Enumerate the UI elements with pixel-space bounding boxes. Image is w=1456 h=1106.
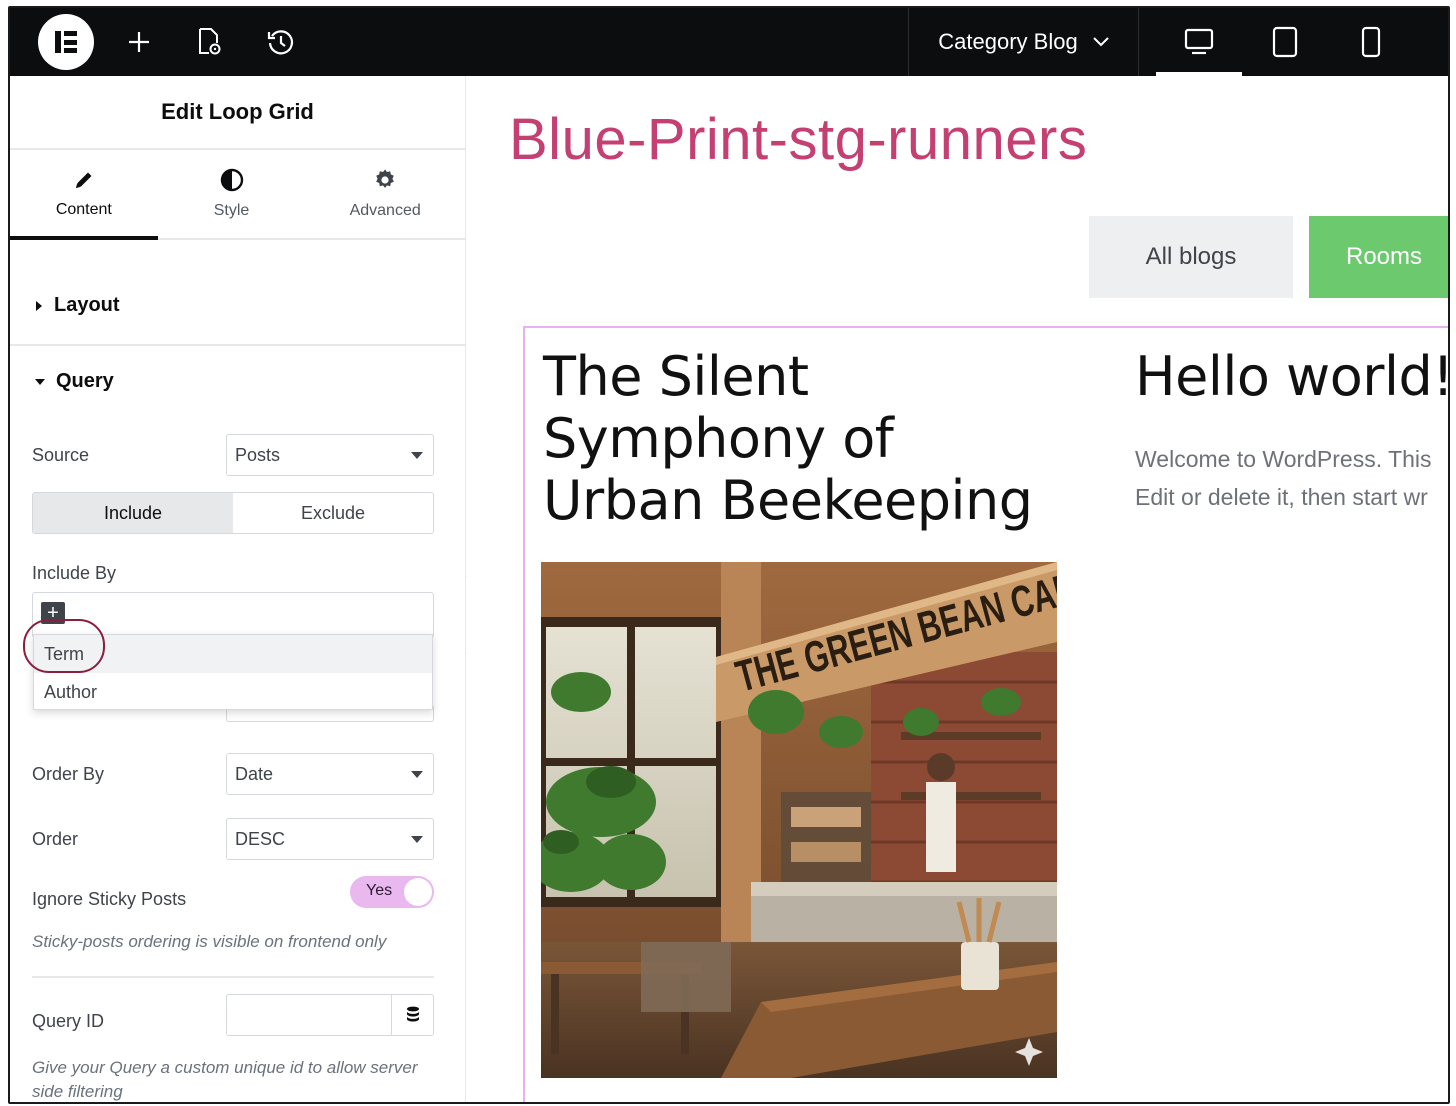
excerpt-line: Edit or delete it, then start wr — [1135, 484, 1428, 510]
order-value: DESC — [235, 828, 286, 849]
caret-down-icon — [411, 771, 423, 778]
post-excerpt: Welcome to WordPress. This Edit or delet… — [1135, 440, 1432, 516]
tab-label: Content — [55, 201, 112, 218]
filter-rooms[interactable]: Rooms — [1309, 216, 1448, 298]
history-icon[interactable] — [264, 25, 298, 59]
query-id-input[interactable] — [226, 994, 434, 1036]
ignore-sticky-label: Ignore Sticky Posts — [32, 889, 187, 909]
caret-down-icon — [35, 378, 45, 385]
tablet-icon — [1272, 26, 1298, 58]
query-id-label: Query ID — [32, 1011, 105, 1031]
include-exclude-switch: Include Exclude — [32, 492, 434, 534]
tablet-view-button[interactable] — [1242, 8, 1328, 76]
panel-tabs: Content Style Advanced — [10, 150, 465, 240]
chevron-down-icon — [1092, 37, 1109, 47]
gear-icon — [376, 169, 394, 188]
caret-down-icon — [411, 836, 423, 843]
include-by-label: Include By — [32, 563, 117, 583]
pencil-icon — [75, 172, 92, 188]
desktop-view-button[interactable] — [1156, 8, 1242, 76]
caret-right-icon — [36, 300, 42, 311]
tab-content[interactable]: Content — [10, 150, 158, 238]
page-settings-icon[interactable] — [192, 25, 226, 59]
database-icon — [406, 1006, 419, 1022]
screenshot-frame: Category Blog Edit Loop Grid Content Sty… — [8, 6, 1450, 1104]
source-select[interactable]: Posts — [226, 434, 434, 476]
section-query-label: Query — [56, 370, 114, 392]
editor-panel: Edit Loop Grid Content Style Advanced La… — [10, 76, 466, 1102]
tab-label: Style — [213, 202, 250, 219]
site-title: Blue-Print-stg-runners — [509, 107, 1088, 172]
editor-topbar: Category Blog — [10, 8, 1448, 76]
elementor-logo[interactable] — [38, 14, 94, 70]
toggle-state: Yes — [366, 882, 393, 899]
order-by-label: Order By — [32, 764, 105, 784]
order-by-select[interactable]: Date — [226, 753, 434, 795]
preview-canvas: Blue-Print-stg-runners All blogs Rooms T… — [467, 76, 1448, 1102]
tab-label: Advanced — [349, 202, 421, 219]
post-title[interactable]: Hello world! — [1135, 346, 1448, 408]
annotation-highlight-ring — [23, 619, 105, 673]
ignore-sticky-toggle[interactable]: Yes — [350, 876, 434, 908]
exclude-button[interactable]: Exclude — [233, 493, 433, 533]
order-select[interactable]: DESC — [226, 818, 434, 860]
ignore-sticky-note: Sticky-posts ordering is visible on fron… — [32, 932, 387, 951]
post-title[interactable]: The Silent Symphony of Urban Beekeeping — [543, 346, 1063, 532]
half-circle-icon — [220, 168, 243, 192]
dynamic-tags-button[interactable] — [391, 995, 433, 1035]
section-layout-toggle[interactable]: Layout — [34, 294, 120, 317]
order-by-value: Date — [235, 763, 274, 784]
page-name: Category Blog — [938, 29, 1078, 54]
caret-down-icon — [411, 452, 423, 459]
add-element-icon[interactable] — [122, 25, 156, 59]
include-button[interactable]: Include — [33, 493, 233, 533]
toggle-knob — [404, 878, 432, 906]
section-query-toggle[interactable]: Query — [34, 370, 114, 393]
mobile-view-button[interactable] — [1328, 8, 1414, 76]
panel-title: Edit Loop Grid — [10, 76, 465, 150]
dropdown-option-author[interactable]: Author — [34, 673, 432, 711]
section-layout-label: Layout — [54, 294, 120, 316]
filter-all-blogs[interactable]: All blogs — [1089, 216, 1293, 298]
source-label: Source — [32, 445, 90, 465]
query-id-note: Give your Query a custom unique id to al… — [32, 1058, 418, 1101]
post-featured-image[interactable]: THE GREEN BEAN CAFÉ — [541, 562, 1057, 1078]
tab-advanced[interactable]: Advanced — [305, 150, 465, 238]
source-value: Posts — [235, 444, 281, 465]
desktop-icon — [1184, 28, 1214, 55]
order-label: Order — [32, 829, 79, 849]
tab-style[interactable]: Style — [158, 150, 306, 238]
page-selector[interactable]: Category Blog — [910, 8, 1138, 76]
excerpt-line: Welcome to WordPress. This — [1135, 446, 1432, 472]
mobile-icon — [1361, 26, 1381, 58]
